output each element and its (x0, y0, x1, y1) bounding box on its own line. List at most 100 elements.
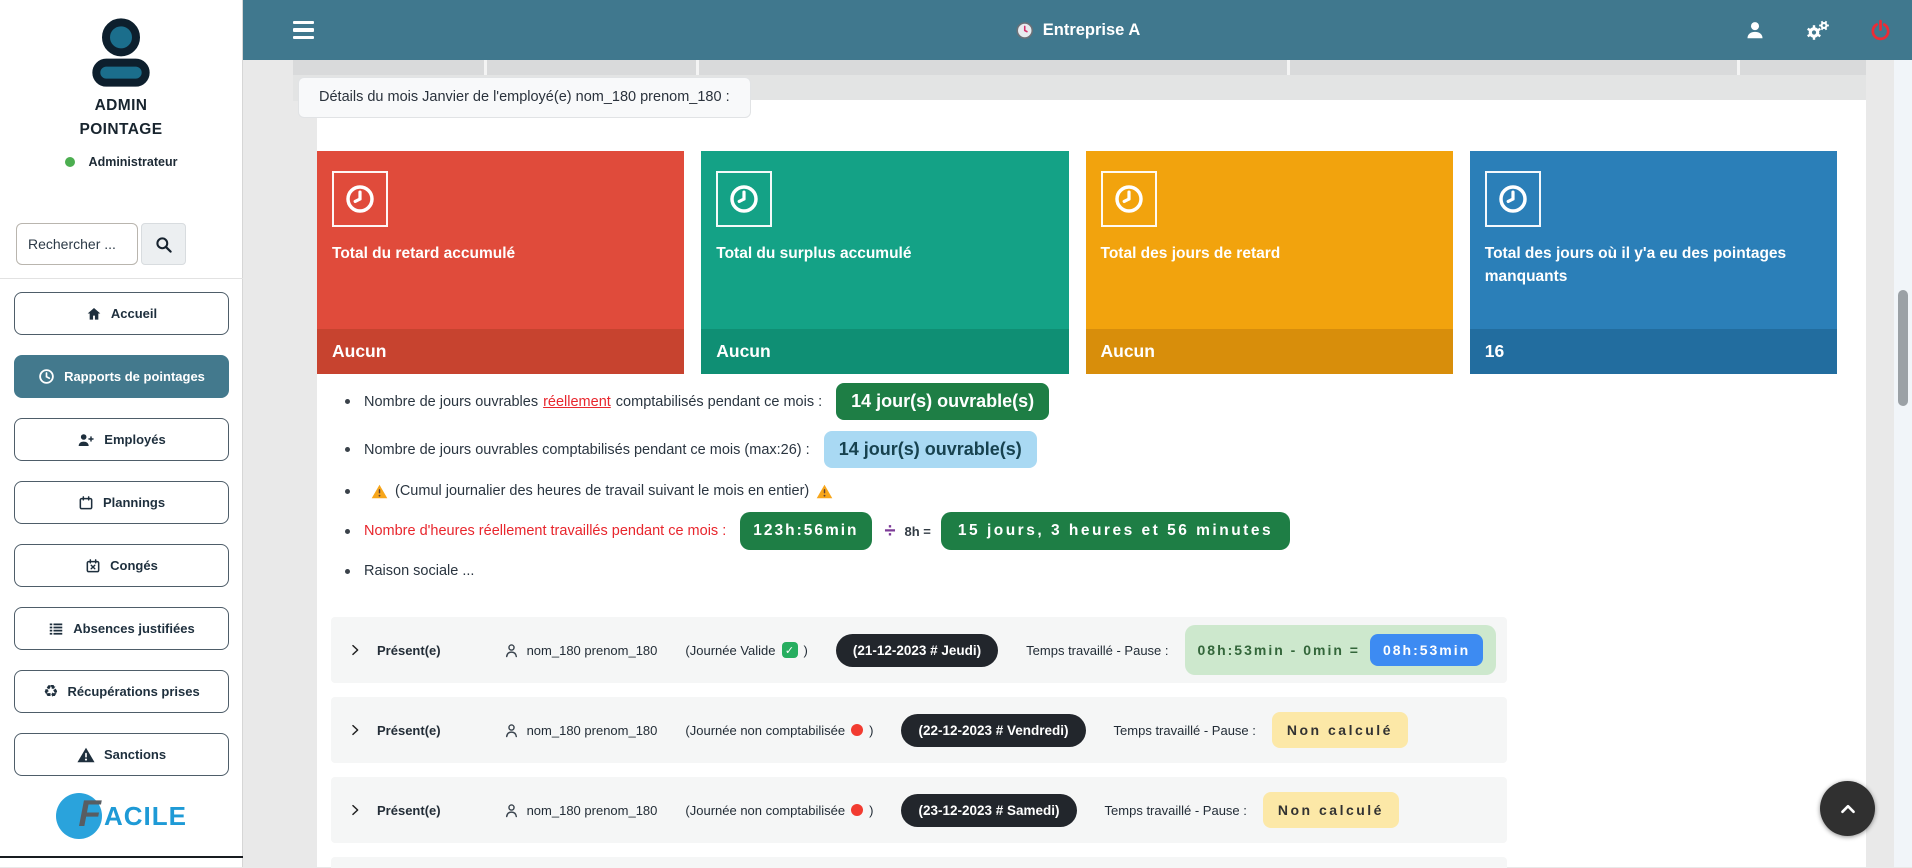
scroll-to-top-button[interactable] (1820, 781, 1875, 836)
avatar (92, 18, 150, 87)
calendar-x-icon (85, 558, 101, 574)
divide-sign: ÷ (884, 519, 896, 542)
card-surplus-accumule: Total du surplus accumulé Aucun (701, 151, 1069, 374)
company-title: Entreprise A (1015, 20, 1141, 40)
presence-status: Présent(e) (377, 722, 441, 738)
power-icon[interactable] (1869, 18, 1892, 43)
employee-name: nom_180 prenom_180 (526, 642, 658, 658)
jours-ouvrables-badge: 14 jour(s) ouvrable(s) (836, 383, 1050, 420)
date-pill: (22-12-2023 # Vendredi) (901, 713, 1086, 747)
sidebar-item-absences-justifiees[interactable]: Absences justifiées (14, 607, 229, 650)
sidebar: ADMIN POINTAGE Administrateur Accueil Ra… (0, 0, 243, 867)
content-area: Détails du mois Janvier de l'employé(e) … (243, 60, 1894, 868)
presence-status: Présent(e) (377, 802, 441, 818)
day-state: (Journée non comptabilisée ) (685, 722, 874, 738)
date-pill: (21-12-2023 # Jeudi) (835, 633, 999, 667)
day-row-partial[interactable] (331, 857, 1507, 868)
scrollbar-thumb[interactable] (1898, 290, 1908, 406)
presence-status: Présent(e) (377, 642, 441, 658)
user-icon[interactable] (1744, 19, 1766, 41)
facile-logo-circle: F (56, 793, 102, 839)
day-rows: Présent(e) nom_180 prenom_180 (Journée V… (331, 617, 1507, 868)
search-input[interactable] (16, 223, 138, 265)
warning-icon (77, 747, 95, 763)
day-state: (Journée Valide ✓ ) (685, 642, 808, 658)
conversion-badge: 15 jours, 3 heures et 56 minutes (940, 512, 1291, 550)
person-icon (503, 642, 520, 659)
user-role: Administrateur (0, 155, 242, 169)
sidebar-item-label: Sanctions (103, 747, 167, 762)
date-pill: (23-12-2023 # Samedi) (901, 793, 1077, 827)
time-label: Temps travaillé - Pause : (1104, 802, 1247, 818)
jours-ouvrables-max-badge: 14 jour(s) ouvrable(s) (823, 431, 1037, 468)
sidebar-search (16, 223, 186, 265)
card-value: Aucun (701, 329, 1069, 374)
card-value: Aucun (317, 329, 685, 374)
sidebar-item-plannings[interactable]: Plannings (14, 481, 229, 524)
top-header: Entreprise A (243, 0, 1912, 60)
sidebar-item-conges[interactable]: Congés (14, 544, 229, 587)
warning-icon (816, 484, 833, 499)
day-row-vendredi[interactable]: Présent(e) nom_180 prenom_180 (Journée n… (331, 697, 1507, 763)
chevron-right-icon[interactable] (348, 643, 362, 657)
calendar-icon (78, 495, 94, 511)
employee-name: nom_180 prenom_180 (526, 722, 658, 738)
sidebar-item-label: Plannings (102, 495, 166, 510)
red-dot-icon (851, 804, 864, 816)
gears-icon[interactable] (1804, 18, 1831, 42)
sidebar-item-accueil[interactable]: Accueil (14, 292, 229, 335)
search-icon (156, 236, 172, 253)
clock-icon (716, 171, 773, 227)
list-icon (48, 621, 64, 636)
check-icon: ✓ (781, 642, 798, 658)
not-calculated-pill: Non calculé (1271, 712, 1408, 748)
sidebar-item-rapports-de-pointages[interactable]: Rapports de pointages (14, 355, 229, 398)
sidebar-item-recuperations-prises[interactable]: ♻ Récupérations prises (14, 670, 229, 713)
vertical-scrollbar (1894, 60, 1912, 867)
clock-emoji-icon (1015, 21, 1033, 39)
stat-cards: Total du retard accumulé Aucun Total du … (317, 151, 1837, 374)
summary-jours-reellement: Nombre de jours ouvrables réellement com… (345, 383, 1290, 420)
reellement-link[interactable]: réellement (543, 394, 611, 410)
time-label: Temps travaillé - Pause : (1026, 642, 1169, 658)
hamburger-menu-icon[interactable] (293, 20, 314, 40)
facile-logo-text: ACILE (104, 800, 187, 831)
sidebar-item-label: Absences justifiées (73, 621, 195, 636)
user-name: ADMIN POINTAGE (79, 97, 163, 139)
red-dot-icon (851, 724, 864, 736)
chevron-right-icon[interactable] (348, 803, 362, 817)
day-row-jeudi[interactable]: Présent(e) nom_180 prenom_180 (Journée V… (331, 617, 1507, 683)
sidebar-bottom-line (0, 856, 243, 858)
card-title: Total du retard accumulé (332, 245, 516, 262)
sidebar-item-employes[interactable]: Employés (14, 418, 229, 461)
card-title: Total des jours où il y'a eu des pointag… (1484, 245, 1787, 286)
home-icon (86, 306, 102, 322)
facile-logo: F ACILE (0, 793, 243, 839)
chevron-right-icon[interactable] (348, 723, 362, 737)
day-state: (Journée non comptabilisée ) (685, 802, 874, 818)
summary-raison-sociale: Raison sociale ... (345, 563, 1290, 579)
recycle-icon: ♻ (43, 682, 59, 701)
person-icon (503, 802, 520, 819)
clock-icon (38, 368, 55, 385)
sidebar-item-label: Rapports de pointages (64, 369, 205, 384)
heures-badge: 123h:56min (740, 512, 872, 550)
day-row-samedi[interactable]: Présent(e) nom_180 prenom_180 (Journée n… (331, 777, 1507, 843)
employee-name: nom_180 prenom_180 (526, 802, 658, 818)
month-summary: Nombre de jours ouvrables réellement com… (345, 383, 1291, 579)
warning-icon (371, 484, 388, 499)
tab-strip (293, 60, 1866, 75)
company-name: Entreprise A (1042, 20, 1141, 39)
summary-jours-max: Nombre de jours ouvrables comptabilisés … (345, 431, 1290, 468)
card-value: Aucun (1085, 329, 1453, 374)
time-result-badge: 08h:53min (1369, 634, 1484, 666)
details-banner: Détails du mois Janvier de l'employé(e) … (298, 77, 751, 118)
sidebar-item-label: Employés (104, 432, 166, 447)
search-button[interactable] (141, 223, 186, 265)
sidebar-item-sanctions[interactable]: Sanctions (14, 733, 229, 776)
card-jours-de-retard: Total des jours de retard Aucun (1085, 151, 1453, 374)
person-icon (503, 722, 520, 739)
sidebar-item-label: Récupérations prises (67, 684, 200, 699)
summary-heures-travaillees: Nombre d'heures réellement travaillés pe… (345, 512, 1291, 550)
card-retard-accumule: Total du retard accumulé Aucun (317, 151, 685, 374)
